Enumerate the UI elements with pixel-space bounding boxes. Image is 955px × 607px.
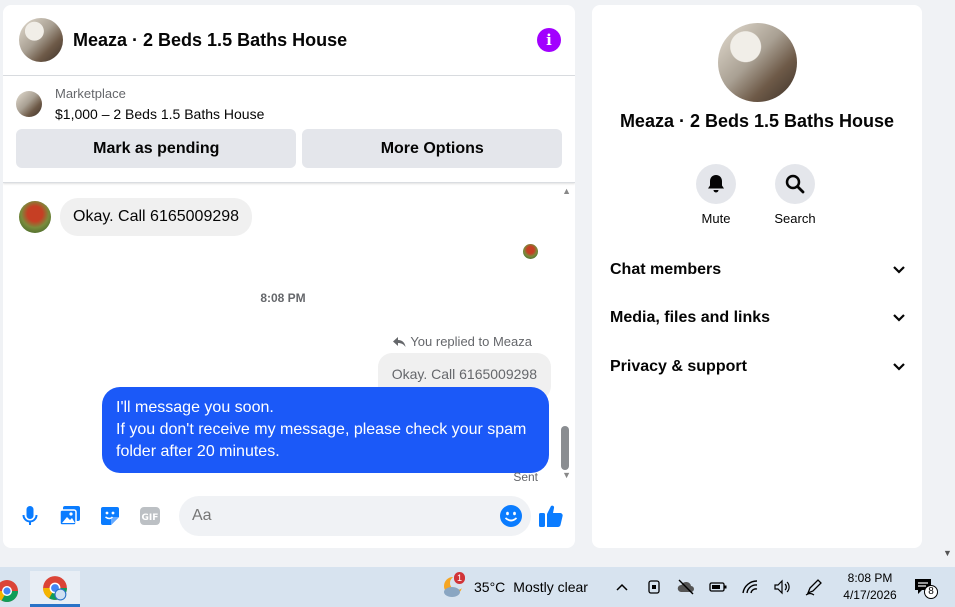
chat-panel: Meaza · 2 Beds 1.5 Baths House i Marketp… bbox=[3, 5, 575, 548]
clock-date: 4/17/2026 bbox=[843, 588, 897, 602]
info-icon[interactable]: i bbox=[537, 28, 561, 52]
incoming-message: Okay. Call 6165009298 bbox=[19, 198, 253, 236]
system-tray bbox=[612, 577, 824, 597]
bell-icon[interactable] bbox=[696, 164, 736, 204]
outgoing-line-2: If you don't receive my message, please … bbox=[116, 421, 527, 460]
svg-text:GIF: GIF bbox=[142, 513, 159, 523]
weather-badge: 1 bbox=[454, 572, 466, 584]
section-chat-members-label: Chat members bbox=[610, 261, 722, 278]
section-media-files-links[interactable]: Media, files and links bbox=[610, 309, 906, 327]
scroll-thumb[interactable] bbox=[561, 426, 569, 470]
seen-avatar bbox=[523, 244, 538, 259]
chrome-taskbar-icon[interactable] bbox=[30, 571, 80, 607]
message-input[interactable] bbox=[192, 506, 482, 525]
emoji-icon[interactable] bbox=[499, 504, 523, 528]
chevron-down-icon bbox=[893, 266, 905, 274]
wifi-icon[interactable] bbox=[740, 577, 760, 597]
outgoing-bubble[interactable]: I'll message you soon. If you don't rece… bbox=[102, 387, 549, 473]
sent-status: Sent bbox=[513, 470, 538, 483]
info-title: Meaza · 2 Beds 1.5 Baths House bbox=[619, 111, 895, 131]
speaker-icon[interactable] bbox=[772, 577, 792, 597]
search-icon[interactable] bbox=[775, 164, 815, 204]
reply-icon bbox=[393, 336, 406, 347]
section-chat-members[interactable]: Chat members bbox=[610, 261, 906, 279]
moon-cloud-icon: 1 bbox=[442, 572, 466, 599]
thumbs-up-icon[interactable] bbox=[538, 503, 564, 529]
search-action[interactable]: Search bbox=[765, 164, 825, 226]
replied-to-text: You replied to Meaza bbox=[410, 334, 532, 349]
section-media-label: Media, files and links bbox=[610, 309, 771, 326]
message-input-wrapper bbox=[179, 495, 531, 536]
weather-widget[interactable]: 1 35°C Mostly clear bbox=[442, 572, 588, 599]
conversation-avatar[interactable] bbox=[19, 18, 63, 62]
listing-thumbnail bbox=[16, 91, 42, 117]
chrome-profile-icon[interactable] bbox=[0, 573, 20, 607]
page-scroll-down-icon[interactable]: ▼ bbox=[943, 548, 952, 558]
more-options-button[interactable]: More Options bbox=[302, 129, 562, 168]
listing-price-title: $1,000 – 2 Beds 1.5 Baths House bbox=[55, 106, 265, 122]
weather-desc: Mostly clear bbox=[513, 579, 588, 595]
section-privacy-label: Privacy & support bbox=[610, 358, 747, 375]
cloud-sync-off-icon[interactable] bbox=[676, 577, 696, 597]
scroll-up-arrow-icon[interactable]: ▲ bbox=[562, 186, 571, 196]
notification-count: 8 bbox=[924, 585, 938, 599]
marketplace-listing: Marketplace $1,000 – 2 Beds 1.5 Baths Ho… bbox=[3, 76, 575, 183]
section-privacy-support[interactable]: Privacy & support bbox=[610, 358, 906, 376]
chevron-up-icon[interactable] bbox=[612, 577, 632, 597]
message-scrollbar[interactable]: ▲ ▼ bbox=[559, 183, 571, 483]
message-composer: GIF bbox=[3, 495, 575, 536]
sender-avatar[interactable] bbox=[19, 201, 51, 233]
conversation-info-panel: Meaza · 2 Beds 1.5 Baths House Mute Sear… bbox=[592, 5, 922, 548]
taskbar-clock[interactable]: 8:08 PM 4/17/2026 bbox=[838, 570, 902, 604]
conversation-title[interactable]: Meaza · 2 Beds 1.5 Baths House bbox=[73, 30, 537, 51]
chat-header: Meaza · 2 Beds 1.5 Baths House i bbox=[3, 5, 575, 76]
taskbar: 1 35°C Mostly clear 8:08 PM 4/17/2026 8 bbox=[0, 567, 955, 607]
clock-time: 8:08 PM bbox=[847, 571, 893, 585]
mute-label: Mute bbox=[701, 211, 731, 226]
microphone-icon[interactable] bbox=[17, 503, 43, 529]
chevron-down-icon bbox=[893, 314, 905, 322]
search-label: Search bbox=[774, 211, 816, 226]
photo-gallery-icon[interactable] bbox=[57, 503, 83, 529]
info-avatar[interactable] bbox=[718, 23, 797, 102]
incoming-bubble[interactable]: Okay. Call 6165009298 bbox=[60, 198, 253, 236]
scroll-down-arrow-icon[interactable]: ▼ bbox=[562, 470, 571, 480]
mute-action[interactable]: Mute bbox=[686, 164, 746, 226]
sticker-icon[interactable] bbox=[97, 503, 123, 529]
gif-icon[interactable]: GIF bbox=[137, 503, 163, 529]
weather-temp: 35°C bbox=[474, 579, 506, 595]
chevron-down-icon bbox=[893, 363, 905, 371]
outgoing-line-1: I'll message you soon. bbox=[116, 399, 274, 416]
message-timestamp: 8:08 PM bbox=[260, 291, 306, 305]
pen-icon[interactable] bbox=[804, 577, 824, 597]
battery-icon[interactable] bbox=[708, 577, 728, 597]
listing-row[interactable]: Marketplace $1,000 – 2 Beds 1.5 Baths Ho… bbox=[16, 86, 562, 122]
message-list: Okay. Call 6165009298 8:08 PM You replie… bbox=[3, 183, 575, 483]
replied-to-label: You replied to Meaza bbox=[393, 334, 532, 349]
notification-icon[interactable]: 8 bbox=[912, 575, 938, 599]
page-scrollbar[interactable]: ▼ bbox=[940, 0, 955, 567]
listing-source: Marketplace bbox=[55, 86, 126, 101]
mark-as-pending-button[interactable]: Mark as pending bbox=[16, 129, 297, 168]
meet-now-icon[interactable] bbox=[644, 577, 664, 597]
